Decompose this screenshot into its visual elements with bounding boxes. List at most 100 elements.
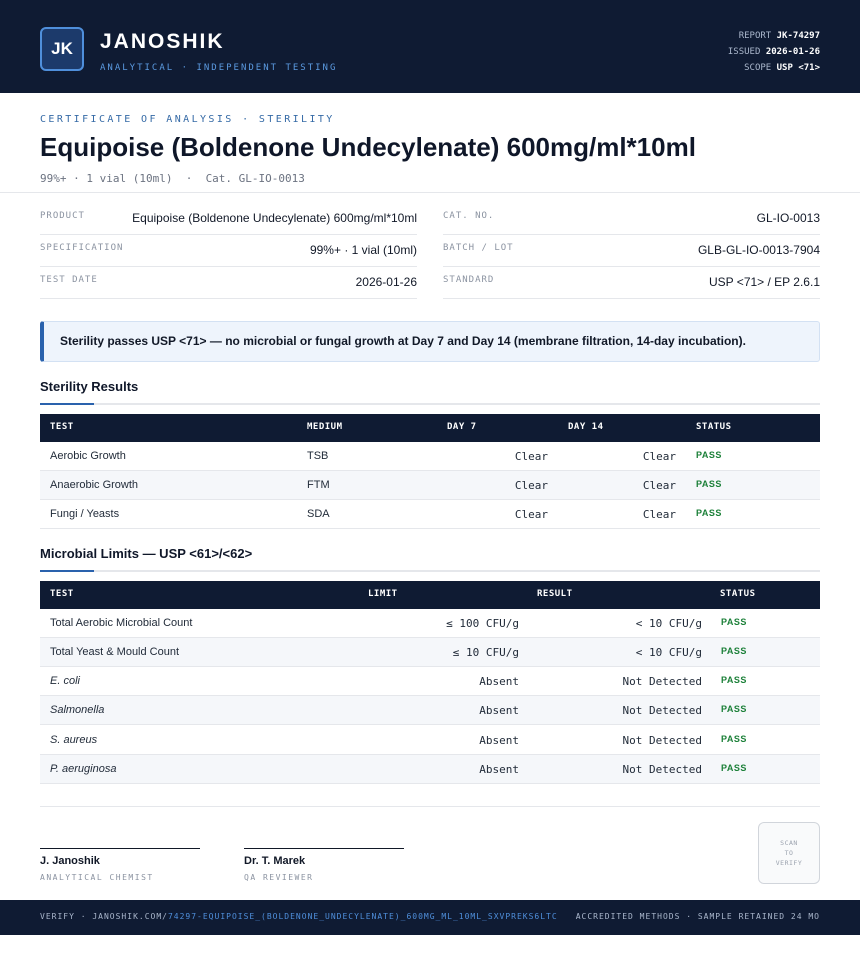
cell-test: E. coli (50, 675, 80, 687)
cell-day14: Clear (642, 508, 676, 521)
info-value: GL-IO-0013 (756, 211, 820, 225)
table-row: S. aureus Absent Not Detected PASS (40, 726, 820, 755)
info-specification: SPECIFICATION 99%+ · 1 vial (10ml) (40, 235, 417, 267)
info-test-date: TEST DATE 2026-01-26 (40, 267, 417, 299)
cell-limit: Absent (479, 704, 519, 717)
column-header: MEDIUM (307, 422, 343, 432)
sterility-table-header: TEST MEDIUM DAY 7 DAY 14 STATUS (40, 414, 820, 442)
signatory-role: ANALYTICAL CHEMIST (40, 873, 154, 882)
cell-limit: ≤ 10 CFU/g (452, 646, 519, 659)
cell-test: P. aeruginosa (50, 763, 117, 775)
info-label: PRODUCT (40, 211, 85, 221)
info-value: 99%+ · 1 vial (10ml) (309, 243, 417, 257)
cell-result: Not Detected (622, 704, 702, 717)
signatory-role: QA REVIEWER (244, 873, 314, 882)
cell-day7: Clear (514, 450, 548, 463)
section-divider (40, 570, 820, 572)
verify-link[interactable]: 74297-EQUIPOISE_(BOLDENONE_UNDECYLENATE)… (168, 912, 558, 921)
cell-limit: ≤ 100 CFU/g (446, 617, 519, 630)
cell-test: Salmonella (50, 704, 105, 716)
column-header: STATUS (720, 589, 756, 599)
cell-result: Not Detected (622, 675, 702, 688)
table-row: P. aeruginosa Absent Not Detected PASS (40, 755, 820, 784)
microbial-section-title: Microbial Limits — USP <61>/<62> (40, 546, 253, 561)
table-row: Total Aerobic Microbial Count ≤ 100 CFU/… (40, 609, 820, 638)
cell-limit: Absent (479, 675, 519, 688)
signature-line (244, 848, 404, 849)
cell-result: < 10 CFU/g (635, 646, 702, 659)
column-header: DAY 14 (568, 422, 604, 432)
status-badge: PASS (696, 450, 722, 460)
info-value: Equipoise (Boldenone Undecylenate) 600mg… (132, 211, 417, 225)
cell-medium: SDA (307, 508, 330, 520)
table-row: Total Yeast & Mould Count ≤ 10 CFU/g < 1… (40, 638, 820, 667)
logo: JK (40, 27, 84, 71)
signatory-name: J. Janoshik (40, 855, 100, 867)
certificate-kicker: CERTIFICATE OF ANALYSIS · STERILITY (40, 114, 335, 125)
result-summary-alert: Sterility passes USP <71> — no microbial… (40, 321, 820, 362)
cell-test: S. aureus (50, 734, 98, 746)
brand-tagline: ANALYTICAL · INDEPENDENT TESTING (100, 63, 338, 73)
cell-test: Fungi / Yeasts (50, 508, 120, 520)
brand-name: JANOSHIK (100, 30, 225, 53)
footer-bar: VERIFY · JANOSHIK.COM/74297-EQUIPOISE_(B… (0, 900, 860, 935)
info-label: SPECIFICATION (40, 243, 124, 253)
meta-report: REPORT JK-74297 (738, 31, 820, 41)
header-bar: JK JANOSHIK ANALYTICAL · INDEPENDENT TES… (0, 0, 860, 93)
signatory-name: Dr. T. Marek (244, 855, 306, 867)
column-header: RESULT (537, 589, 573, 599)
signature-line (40, 848, 200, 849)
cell-medium: FTM (307, 479, 330, 491)
info-standard: STANDARD USP <71> / EP 2.6.1 (443, 267, 820, 299)
table-row: E. coli Absent Not Detected PASS (40, 667, 820, 696)
cell-limit: Absent (479, 734, 519, 747)
cell-medium: TSB (307, 450, 329, 462)
cell-test: Anaerobic Growth (50, 479, 139, 491)
column-header: LIMIT (368, 589, 398, 599)
info-label: STANDARD (443, 275, 495, 285)
page-subtitle: 99%+ · 1 vial (10ml) · Cat. GL-IO-0013 (40, 172, 305, 185)
sterility-section-title: Sterility Results (40, 379, 139, 394)
info-cat-no: CAT. NO. GL-IO-0013 (443, 203, 820, 235)
table-row: Fungi / Yeasts SDA Clear Clear PASS (40, 500, 820, 529)
page-title: Equipoise (Boldenone Undecylenate) 600mg… (40, 132, 696, 162)
info-product: PRODUCT Equipoise (Boldenone Undecylenat… (40, 203, 417, 235)
info-value: 2026-01-26 (355, 275, 417, 289)
info-value: GLB-GL-IO-0013-7904 (697, 243, 820, 257)
status-badge: PASS (721, 675, 747, 685)
info-label: BATCH / LOT (443, 243, 514, 253)
info-value: USP <71> / EP 2.6.1 (709, 275, 820, 289)
cell-test: Aerobic Growth (50, 450, 126, 462)
info-label: CAT. NO. (443, 211, 495, 221)
column-header: DAY 7 (447, 422, 477, 432)
status-badge: PASS (696, 479, 722, 489)
meta-issued: ISSUED 2026-01-26 (727, 47, 820, 57)
column-header: STATUS (696, 422, 732, 432)
cell-test: Total Yeast & Mould Count (50, 646, 180, 658)
verify-qr-code[interactable]: SCAN TO VERIFY (758, 822, 820, 884)
report-meta: REPORT JK-74297 ISSUED 2026-01-26 SCOPE … (728, 28, 820, 76)
cell-limit: Absent (479, 763, 519, 776)
status-badge: PASS (721, 646, 747, 656)
table-row: Salmonella Absent Not Detected PASS (40, 696, 820, 725)
column-header: TEST (50, 422, 74, 432)
title-divider (0, 192, 860, 193)
info-batch-lot: BATCH / LOT GLB-GL-IO-0013-7904 (443, 235, 820, 267)
status-badge: PASS (721, 704, 747, 714)
cell-result: Not Detected (622, 734, 702, 747)
status-badge: PASS (721, 763, 747, 773)
status-badge: PASS (696, 508, 722, 518)
footer-divider (40, 806, 820, 807)
cell-result: < 10 CFU/g (635, 617, 702, 630)
meta-scope: SCOPE USP <71> (744, 63, 820, 73)
column-header: TEST (50, 589, 74, 599)
microbial-table-header: TEST LIMIT RESULT STATUS (40, 581, 820, 609)
footer-note: ACCREDITED METHODS · SAMPLE RETAINED 24 … (575, 912, 820, 921)
status-badge: PASS (721, 617, 747, 627)
cell-result: Not Detected (622, 763, 702, 776)
status-badge: PASS (721, 734, 747, 744)
section-divider (40, 403, 820, 405)
cell-day7: Clear (514, 479, 548, 492)
verify-text: VERIFY · JANOSHIK.COM/74297-EQUIPOISE_(B… (40, 912, 558, 921)
table-row: Aerobic Growth TSB Clear Clear PASS (40, 442, 820, 471)
